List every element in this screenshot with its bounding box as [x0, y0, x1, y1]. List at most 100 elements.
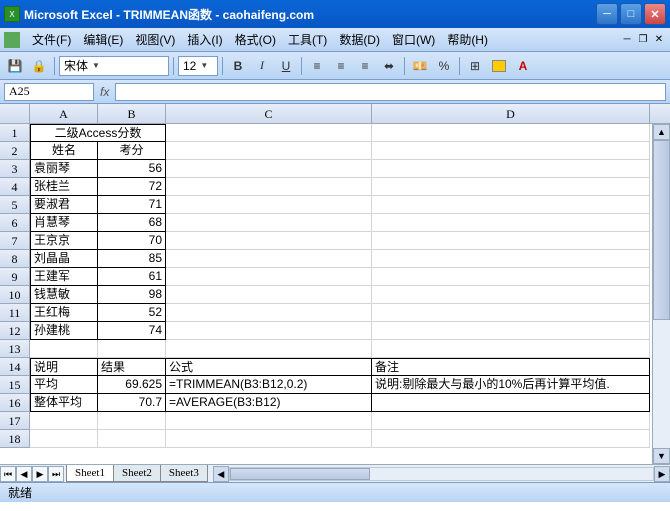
- cell[interactable]: [372, 160, 650, 178]
- merge-cells-button[interactable]: ⬌: [378, 55, 400, 77]
- cell[interactable]: [166, 232, 372, 250]
- cell[interactable]: 70: [98, 232, 166, 250]
- minimize-button[interactable]: ─: [596, 3, 618, 25]
- cell[interactable]: 孙建桃: [30, 322, 98, 340]
- cell[interactable]: [372, 304, 650, 322]
- cell[interactable]: 结果: [98, 358, 166, 376]
- fx-icon[interactable]: fx: [100, 85, 109, 99]
- col-header-A[interactable]: A: [30, 104, 98, 123]
- cell[interactable]: [166, 178, 372, 196]
- align-center-button[interactable]: ≡: [330, 55, 352, 77]
- row-header[interactable]: 11: [0, 304, 30, 322]
- name-box[interactable]: A25: [4, 83, 94, 101]
- row-header[interactable]: 13: [0, 340, 30, 358]
- fill-color-button[interactable]: [488, 55, 510, 77]
- grid-body[interactable]: 1二级Access分数 2姓名考分 3袁丽琴56 4张桂兰72 5要淑君71 6…: [0, 124, 670, 482]
- cell[interactable]: [372, 250, 650, 268]
- font-size-selector[interactable]: 12▼: [178, 56, 218, 76]
- col-header-B[interactable]: B: [98, 104, 166, 123]
- menu-edit[interactable]: 编辑(E): [77, 29, 129, 50]
- prev-sheet-button[interactable]: ◀: [16, 466, 32, 482]
- cell[interactable]: 姓名: [30, 142, 98, 160]
- menu-tools[interactable]: 工具(T): [282, 29, 333, 50]
- cell[interactable]: [166, 340, 372, 358]
- scroll-down-arrow[interactable]: ▼: [653, 448, 670, 464]
- cell[interactable]: [372, 340, 650, 358]
- cell[interactable]: 备注: [372, 358, 650, 376]
- cell[interactable]: [372, 214, 650, 232]
- cell[interactable]: 袁丽琴: [30, 160, 98, 178]
- cell[interactable]: 平均: [30, 376, 98, 394]
- cell[interactable]: 72: [98, 178, 166, 196]
- cell[interactable]: 85: [98, 250, 166, 268]
- cell[interactable]: 钱慧敏: [30, 286, 98, 304]
- row-header[interactable]: 3: [0, 160, 30, 178]
- row-header[interactable]: 1: [0, 124, 30, 142]
- bold-button[interactable]: B: [227, 55, 249, 77]
- menu-file[interactable]: 文件(F): [26, 29, 77, 50]
- menu-format[interactable]: 格式(O): [229, 29, 282, 50]
- cell[interactable]: [166, 160, 372, 178]
- menu-data[interactable]: 数据(D): [333, 29, 386, 50]
- last-sheet-button[interactable]: ⏭: [48, 466, 64, 482]
- cell[interactable]: [372, 268, 650, 286]
- row-header[interactable]: 7: [0, 232, 30, 250]
- cell[interactable]: [98, 340, 166, 358]
- cell[interactable]: [372, 322, 650, 340]
- cell[interactable]: [30, 340, 98, 358]
- menu-insert[interactable]: 插入(I): [181, 29, 228, 50]
- row-header[interactable]: 8: [0, 250, 30, 268]
- cell[interactable]: [372, 430, 650, 448]
- cell[interactable]: 整体平均: [30, 394, 98, 412]
- scroll-thumb[interactable]: [653, 140, 670, 320]
- cell[interactable]: [166, 196, 372, 214]
- font-family-selector[interactable]: 宋体▼: [59, 56, 169, 76]
- cell[interactable]: =TRIMMEAN(B3:B12,0.2): [166, 376, 372, 394]
- select-all-corner[interactable]: [0, 104, 30, 123]
- cell[interactable]: 公式: [166, 358, 372, 376]
- cell[interactable]: [166, 250, 372, 268]
- cell[interactable]: 张桂兰: [30, 178, 98, 196]
- cell[interactable]: [372, 412, 650, 430]
- row-header[interactable]: 9: [0, 268, 30, 286]
- cell[interactable]: [166, 412, 372, 430]
- cell[interactable]: [372, 124, 650, 142]
- cell[interactable]: 52: [98, 304, 166, 322]
- save-icon[interactable]: 💾: [4, 55, 26, 77]
- percent-button[interactable]: %: [433, 55, 455, 77]
- cell[interactable]: [372, 142, 650, 160]
- cell[interactable]: 要淑君: [30, 196, 98, 214]
- underline-button[interactable]: U: [275, 55, 297, 77]
- cell[interactable]: 说明:剔除最大与最小的10%后再计算平均值.: [372, 376, 650, 394]
- cell[interactable]: [372, 178, 650, 196]
- cell[interactable]: 说明: [30, 358, 98, 376]
- formula-input[interactable]: [115, 83, 666, 101]
- cell[interactable]: 56: [98, 160, 166, 178]
- close-button[interactable]: ✕: [644, 3, 666, 25]
- maximize-button[interactable]: □: [620, 3, 642, 25]
- cell[interactable]: 69.625: [98, 376, 166, 394]
- doc-close-button[interactable]: ✕: [652, 33, 666, 47]
- align-left-button[interactable]: ≡: [306, 55, 328, 77]
- doc-restore-button[interactable]: ❐: [636, 33, 650, 47]
- cell[interactable]: 王京京: [30, 232, 98, 250]
- cell[interactable]: [166, 322, 372, 340]
- scroll-left-arrow[interactable]: ◀: [213, 466, 229, 482]
- cell[interactable]: 王建军: [30, 268, 98, 286]
- currency-button[interactable]: 💴: [409, 55, 431, 77]
- font-color-button[interactable]: A: [512, 55, 534, 77]
- row-header[interactable]: 16: [0, 394, 30, 412]
- menu-window[interactable]: 窗口(W): [386, 29, 441, 50]
- cell[interactable]: [372, 196, 650, 214]
- col-header-C[interactable]: C: [166, 104, 372, 123]
- cell[interactable]: [372, 286, 650, 304]
- cell[interactable]: [98, 430, 166, 448]
- cell[interactable]: [166, 304, 372, 322]
- horizontal-scrollbar[interactable]: ◀ ▶: [213, 466, 670, 482]
- cell[interactable]: =AVERAGE(B3:B12): [166, 394, 372, 412]
- cell[interactable]: 61: [98, 268, 166, 286]
- cell[interactable]: [166, 214, 372, 232]
- permission-icon[interactable]: 🔒: [28, 55, 50, 77]
- cell[interactable]: [372, 232, 650, 250]
- row-header[interactable]: 18: [0, 430, 30, 448]
